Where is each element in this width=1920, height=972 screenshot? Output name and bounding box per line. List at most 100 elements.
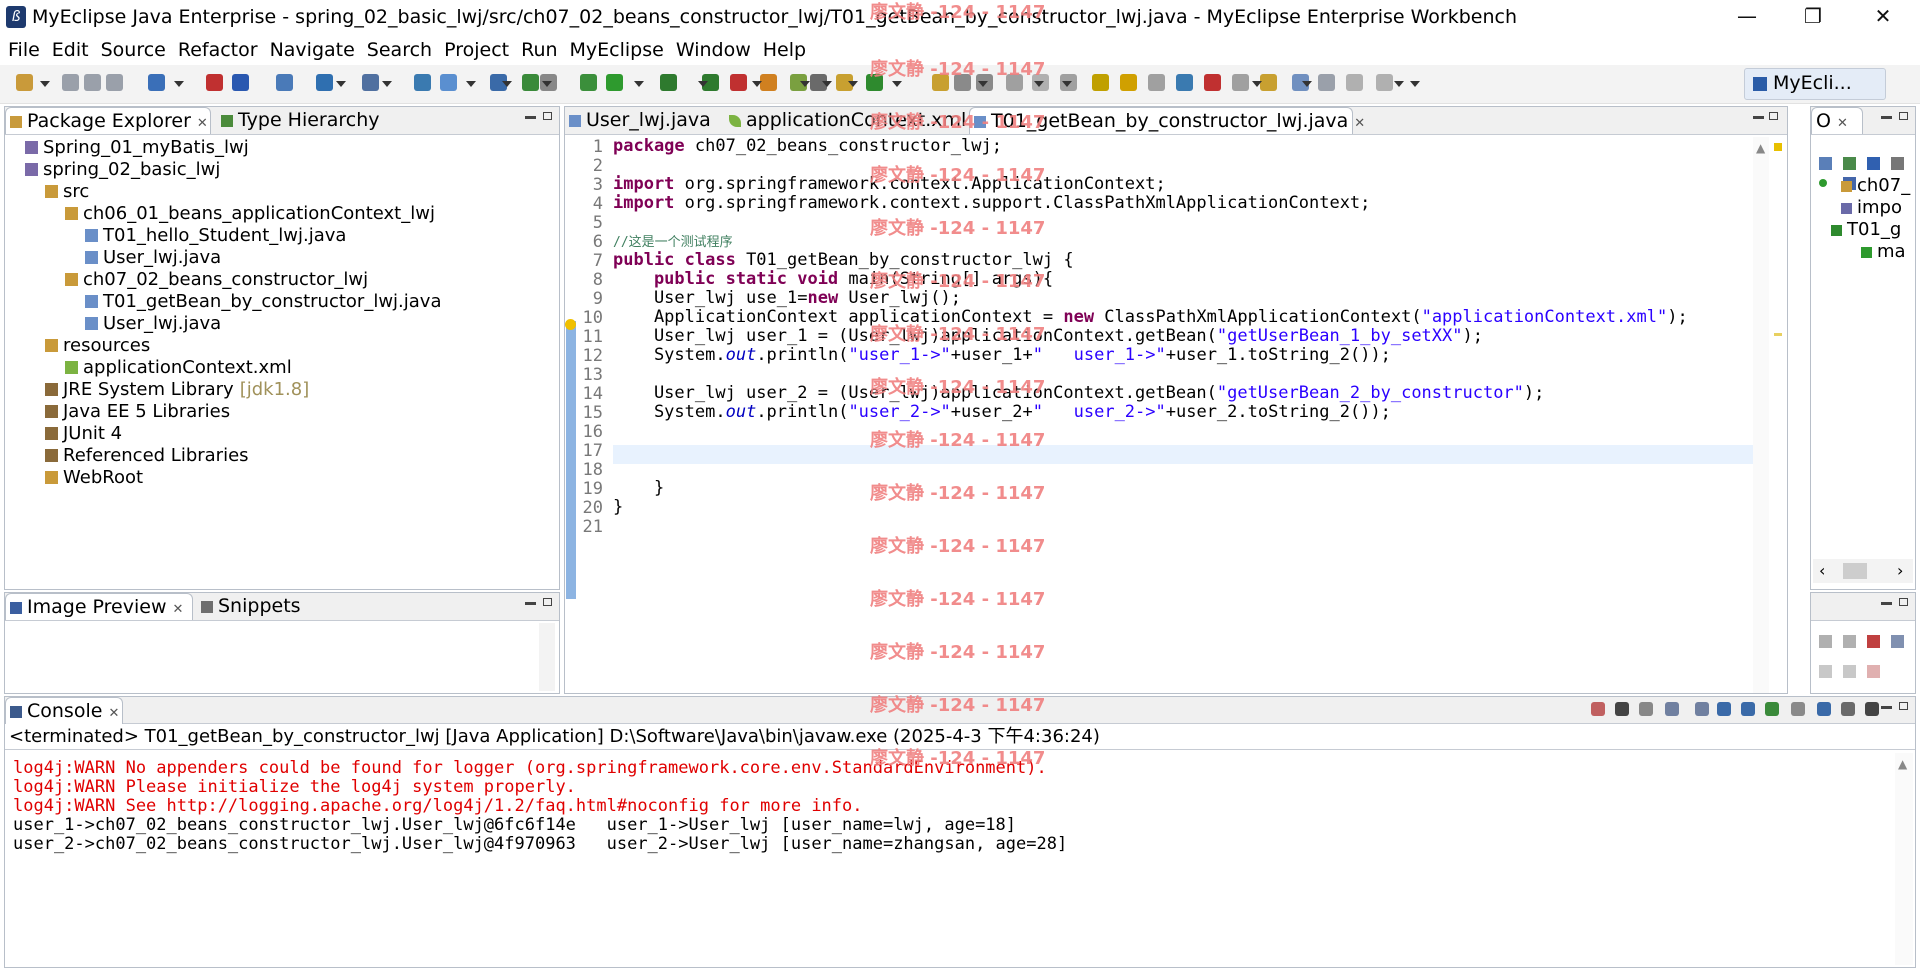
tree-item[interactable]: resources [45,335,150,357]
scroll-up-icon[interactable]: ▲ [1756,141,1765,155]
maximize-view-icon[interactable] [543,598,552,606]
console-tool-icon[interactable] [1791,702,1805,716]
tree-item[interactable]: JUnit 4 [45,423,122,445]
toolbar-tool-icon[interactable] [440,74,457,91]
menu-window[interactable]: Window [670,36,757,64]
tree-item[interactable]: User_lwj.java [85,313,221,335]
maximize-view-icon[interactable] [1899,598,1908,606]
toolbar-tool-icon[interactable] [660,74,677,91]
toolbar-tool-icon[interactable] [1346,74,1363,91]
close-icon[interactable]: ✕ [197,116,208,131]
toolbar-tool-icon[interactable] [276,74,293,91]
code-editor[interactable]: package ch07_02_beans_constructor_lwj;im… [613,135,1765,681]
toolbar-tool-icon[interactable] [606,74,623,91]
code-line[interactable]: //这是一个测试程序 [613,232,733,251]
tool-icon[interactable] [1819,665,1832,678]
dropdown-arrow-icon[interactable] [466,81,476,87]
toolbar-tool-icon[interactable] [232,74,249,91]
toolbar-tool-icon[interactable] [16,74,33,91]
dropdown-arrow-icon[interactable] [336,81,346,87]
toolbar-tool-icon[interactable] [1176,74,1193,91]
toolbar-tool-icon[interactable] [580,74,597,91]
minimize-view-icon[interactable] [1881,116,1892,119]
perspective-switch[interactable]: MyEcli... [1744,68,1886,100]
tree-item[interactable]: ch07_02_beans_constructor_lwj [65,269,368,291]
tree-item[interactable]: JRE System Library [jdk1.8] [45,379,309,401]
maximize-view-icon[interactable] [543,112,552,120]
code-line[interactable]: import org.springframework.context.suppo… [613,194,1370,213]
minimize-view-icon[interactable] [1881,602,1892,605]
toolbar-tool-icon[interactable] [1318,74,1335,91]
console-tool-icon[interactable] [1591,702,1605,716]
console-tool-icon[interactable] [1615,702,1629,716]
tab-type-hierarchy[interactable]: Type Hierarchy [217,107,380,133]
minimize-view-icon[interactable] [525,116,536,119]
tree-item[interactable]: src [45,181,89,203]
editor-vscrollbar[interactable]: ▲ [1753,137,1769,693]
toolbar-tool-icon[interactable] [1120,74,1137,91]
warning-icon[interactable] [565,319,576,330]
toolbar-tool-icon[interactable] [84,74,101,91]
minimize-button[interactable]: — [1716,0,1778,35]
tool-icon[interactable] [1843,635,1856,648]
toolbar-tool-icon[interactable] [1204,74,1221,91]
hide-nonpublic-icon[interactable] [1819,179,1827,187]
dropdown-arrow-icon[interactable] [1302,81,1312,87]
toolbar-tool-icon[interactable] [760,74,777,91]
tree-item[interactable]: Java EE 5 Libraries [45,401,230,423]
maximize-view-icon[interactable] [1769,112,1778,120]
scroll-left-icon[interactable]: ‹ [1819,561,1825,580]
code-line[interactable]: User_lwj user_1 = (User_lwj)applicationC… [613,327,1483,346]
code-line[interactable]: System.out.println("user_1->"+user_1+" u… [613,346,1391,365]
toolbar-tool-icon[interactable] [106,74,123,91]
tab-image-preview[interactable]: Image Preview ✕ [5,593,193,620]
sort-icon[interactable] [1843,157,1856,170]
outline-hscrollbar[interactable]: ‹ › [1813,559,1913,583]
dropdown-arrow-icon[interactable] [502,81,512,87]
outline-item[interactable]: impo [1841,197,1902,219]
restore-button[interactable]: ❐ [1782,0,1844,35]
tool-icon[interactable] [1867,665,1880,678]
toolbar-tool-icon[interactable] [62,74,79,91]
menu-project[interactable]: Project [438,36,515,64]
console-tool-icon[interactable] [1765,702,1779,716]
dropdown-arrow-icon[interactable] [822,81,832,87]
maximize-view-icon[interactable] [1899,702,1908,710]
scroll-up-icon[interactable]: ▲ [1898,757,1907,771]
menu-source[interactable]: Source [95,36,172,64]
tool-icon[interactable] [1819,635,1832,648]
dropdown-arrow-icon[interactable] [800,81,810,87]
tree-item[interactable]: Spring_01_myBatis_lwj [25,137,249,159]
marker[interactable] [1774,333,1782,336]
console-output[interactable]: log4j:WARN No appenders could be found f… [5,751,1885,961]
dropdown-arrow-icon[interactable] [1394,81,1404,87]
console-tool-icon[interactable] [1841,702,1855,716]
minimize-view-icon[interactable] [1753,116,1764,119]
dropdown-arrow-icon[interactable] [892,81,902,87]
tree-item[interactable]: T01_hello_Student_lwj.java [85,225,346,247]
console-tool-icon[interactable] [1865,702,1879,716]
code-line[interactable]: System.out.println("user_2->"+user_2+" u… [613,403,1391,422]
console-tool-icon[interactable] [1717,702,1731,716]
code-line[interactable]: } [613,498,623,517]
toolbar-tool-icon[interactable] [730,74,747,91]
toolbar-tool-icon[interactable] [1092,74,1109,91]
outline-item[interactable]: T01_g [1831,219,1901,241]
console-tool-icon[interactable] [1639,702,1653,716]
tree-item[interactable]: T01_getBean_by_constructor_lwj.java [85,291,441,313]
tab-console[interactable]: Console ✕ [5,697,123,724]
toolbar-tool-icon[interactable] [206,74,223,91]
dropdown-arrow-icon[interactable] [1410,81,1420,87]
code-line[interactable]: package ch07_02_beans_constructor_lwj; [613,137,1002,156]
tab-user-lwj-java[interactable]: User_lwj.java [565,107,725,133]
tree-item[interactable]: applicationContext.xml [65,357,292,379]
code-line[interactable]: } [613,479,664,498]
tree-item[interactable]: User_lwj.java [85,247,221,269]
console-tool-icon[interactable] [1665,702,1679,716]
menu-refactor[interactable]: Refactor [172,36,264,64]
tree-item[interactable]: Referenced Libraries [45,445,249,467]
dropdown-arrow-icon[interactable] [1252,81,1262,87]
dropdown-arrow-icon[interactable] [542,81,552,87]
close-icon[interactable]: ✕ [173,602,184,617]
warning-marker[interactable] [1774,143,1782,151]
